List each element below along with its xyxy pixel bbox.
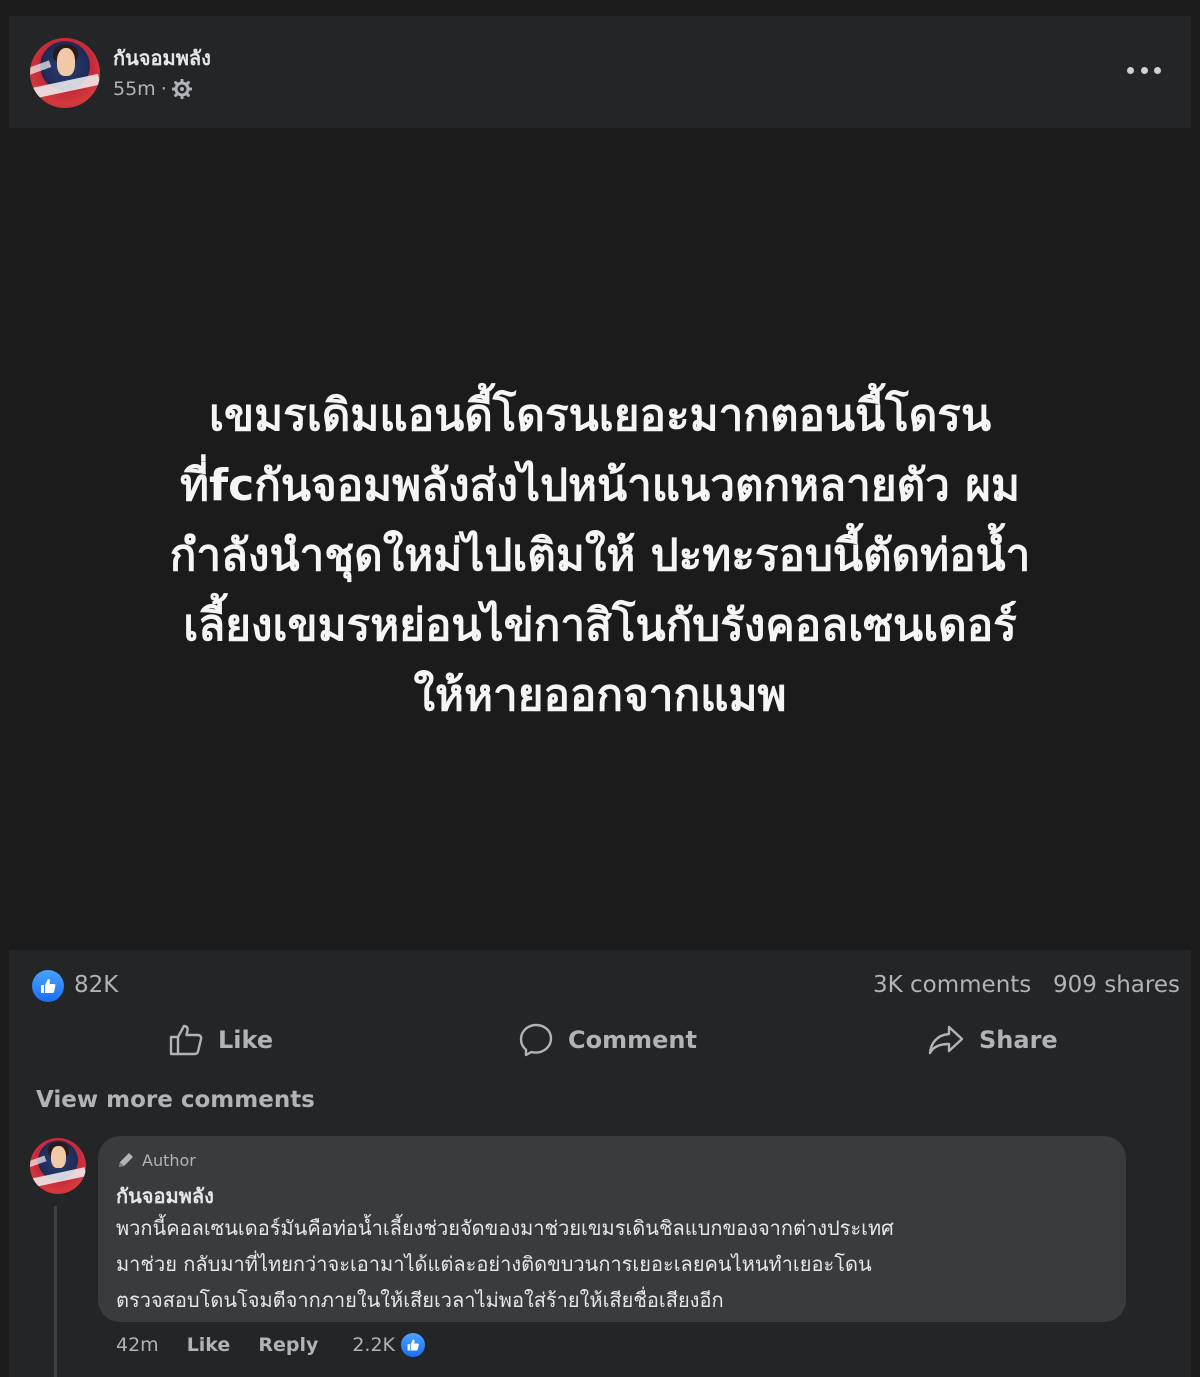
comment-like-button[interactable]: Like bbox=[187, 1334, 231, 1356]
post-card: กันจอมพลัง 55m · เขมรเดิมแอนดี้โดรนเยอะม… bbox=[9, 16, 1191, 1377]
comment-icon bbox=[519, 1023, 553, 1057]
comment-reactions[interactable]: 2.2K bbox=[352, 1331, 428, 1359]
comment-footer: 42m Like Reply 2.2K bbox=[116, 1330, 428, 1360]
comment-label: Comment bbox=[568, 1026, 697, 1054]
comment-author[interactable]: กันจอมพลัง bbox=[116, 1180, 214, 1212]
post-body: เขมรเดิมแอนดี้โดรนเยอะมากตอนนี้โดรน ที่f… bbox=[9, 128, 1191, 950]
thread-line bbox=[54, 1206, 57, 1377]
post-time[interactable]: 55m bbox=[113, 78, 156, 100]
comment-time[interactable]: 42m bbox=[116, 1334, 159, 1356]
like-label: Like bbox=[218, 1026, 274, 1054]
comments-count[interactable]: 3K comments bbox=[873, 972, 1031, 998]
share-button[interactable]: Share bbox=[927, 1018, 1058, 1062]
like-reaction-icon[interactable] bbox=[32, 970, 64, 1002]
comment-reply-button[interactable]: Reply bbox=[258, 1334, 318, 1356]
post-meta: 55m · bbox=[113, 78, 192, 100]
comment-bubble: Author กันจอมพลัง พวกนี้คอลเซนเดอร์มันคื… bbox=[98, 1136, 1126, 1322]
share-icon bbox=[928, 1025, 964, 1055]
comment-text: พวกนี้คอลเซนเดอร์มันคือท่อน้ำเลี้ยงช่วยจ… bbox=[116, 1216, 894, 1312]
like-reaction-icon bbox=[399, 1331, 428, 1359]
author-badge: Author bbox=[116, 1150, 196, 1170]
comment-reaction-count: 2.2K bbox=[352, 1334, 396, 1356]
author-avatar[interactable] bbox=[30, 38, 100, 108]
more-icon[interactable] bbox=[1127, 58, 1161, 82]
gear-icon bbox=[171, 79, 192, 99]
shares-count[interactable]: 909 shares bbox=[1053, 972, 1180, 998]
view-more-comments[interactable]: View more comments bbox=[36, 1087, 315, 1113]
post-text: เขมรเดิมแอนดี้โดรนเยอะมากตอนนี้โดรน ที่f… bbox=[169, 390, 1031, 721]
author-badge-label: Author bbox=[142, 1150, 196, 1170]
post-header: กันจอมพลัง 55m · bbox=[9, 16, 1191, 128]
reaction-count[interactable]: 82K bbox=[74, 972, 118, 998]
author-name[interactable]: กันจอมพลัง bbox=[113, 42, 211, 74]
meta-separator: · bbox=[160, 78, 167, 100]
share-label: Share bbox=[979, 1026, 1058, 1054]
like-icon bbox=[169, 1024, 203, 1056]
like-button[interactable]: Like bbox=[168, 1018, 273, 1062]
action-bar: Like Comment Share bbox=[9, 1018, 1191, 1062]
post-stats: 82K 3K comments 909 shares bbox=[9, 964, 1191, 1008]
pencil-icon bbox=[119, 1153, 133, 1167]
comment-avatar[interactable] bbox=[30, 1138, 86, 1194]
comment-button[interactable]: Comment bbox=[518, 1018, 697, 1062]
